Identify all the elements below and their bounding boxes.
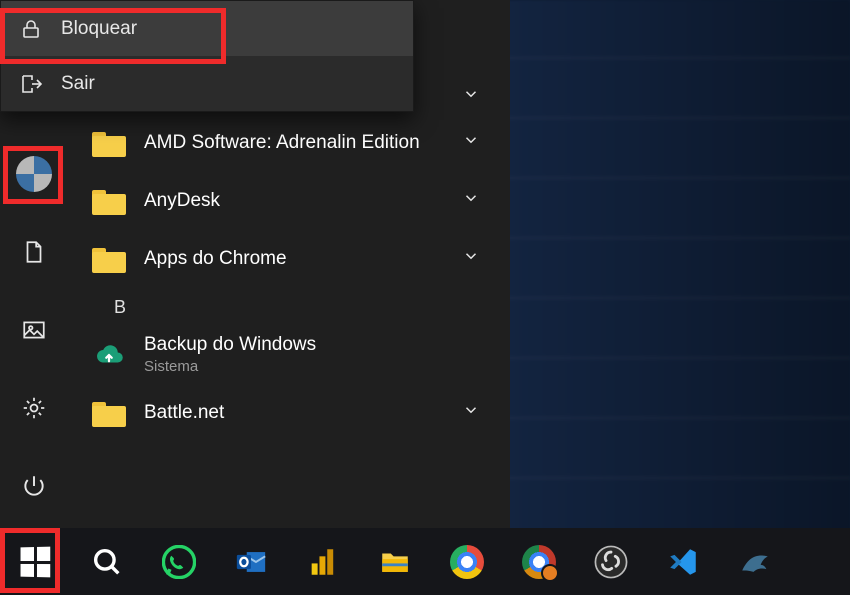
taskbar-search[interactable] bbox=[76, 533, 138, 591]
chevron-down-icon bbox=[462, 401, 480, 425]
chevron-down-icon bbox=[462, 85, 480, 109]
taskbar-mysql-workbench[interactable] bbox=[724, 533, 786, 591]
app-item-amd[interactable]: AMD Software: Adrenalin Edition bbox=[68, 114, 510, 172]
cloud-upload-icon bbox=[92, 341, 126, 369]
chevron-down-icon bbox=[462, 131, 480, 155]
rail-pictures[interactable] bbox=[10, 306, 58, 354]
signout-icon bbox=[19, 72, 43, 96]
folder-icon bbox=[92, 245, 126, 273]
vscode-icon bbox=[666, 545, 700, 579]
app-label: Apps do Chrome bbox=[144, 248, 287, 270]
app-item-anydesk[interactable]: AnyDesk bbox=[68, 172, 510, 230]
taskbar bbox=[0, 528, 850, 595]
start-menu: Bloquear Sair AMD Software: Adrenalin Ed… bbox=[0, 0, 510, 528]
app-label: Backup do Windows bbox=[144, 334, 316, 356]
folder-icon bbox=[92, 187, 126, 215]
obs-icon bbox=[594, 545, 628, 579]
taskbar-file-explorer[interactable] bbox=[364, 533, 426, 591]
start-button[interactable] bbox=[4, 533, 66, 591]
whatsapp-icon bbox=[162, 545, 196, 579]
file-explorer-icon bbox=[378, 545, 412, 579]
chevron-down-icon bbox=[462, 189, 480, 213]
app-item-chrome-apps[interactable]: Apps do Chrome bbox=[68, 230, 510, 288]
chevron-down-icon bbox=[462, 247, 480, 271]
app-label: AMD Software: Adrenalin Edition bbox=[144, 132, 420, 154]
app-label: AnyDesk bbox=[144, 190, 220, 212]
document-icon bbox=[21, 239, 47, 265]
section-letter-b[interactable]: B bbox=[68, 288, 510, 326]
lock-label: Bloquear bbox=[61, 18, 137, 40]
taskbar-whatsapp[interactable] bbox=[148, 533, 210, 591]
app-item-windows-backup[interactable]: Backup do Windows Sistema bbox=[68, 326, 510, 384]
search-icon bbox=[90, 545, 124, 579]
rail-user-account[interactable] bbox=[10, 150, 58, 198]
chrome-icon bbox=[450, 545, 484, 579]
pictures-icon bbox=[21, 317, 47, 343]
rail-power[interactable] bbox=[10, 462, 58, 510]
folder-icon bbox=[92, 129, 126, 157]
powerbi-icon bbox=[306, 545, 340, 579]
section-letter-label: B bbox=[114, 297, 126, 318]
taskbar-powerbi[interactable] bbox=[292, 533, 354, 591]
taskbar-outlook[interactable] bbox=[220, 533, 282, 591]
folder-icon bbox=[92, 399, 126, 427]
app-item-battlenet[interactable]: Battle.net bbox=[68, 384, 510, 442]
app-label: Battle.net bbox=[144, 402, 224, 424]
user-context-menu: Bloquear Sair bbox=[0, 0, 414, 112]
dolphin-icon bbox=[738, 545, 772, 579]
power-icon bbox=[21, 473, 47, 499]
outlook-icon bbox=[234, 545, 268, 579]
lock-menu-item[interactable]: Bloquear bbox=[1, 1, 413, 56]
avatar-icon bbox=[16, 156, 52, 192]
gear-icon bbox=[21, 395, 47, 421]
lock-icon bbox=[19, 17, 43, 41]
chrome-beta-icon bbox=[522, 545, 556, 579]
taskbar-chrome[interactable] bbox=[436, 533, 498, 591]
rail-settings[interactable] bbox=[10, 384, 58, 432]
start-menu-app-list: Bloquear Sair AMD Software: Adrenalin Ed… bbox=[68, 0, 510, 528]
taskbar-chrome-beta[interactable] bbox=[508, 533, 570, 591]
taskbar-vscode[interactable] bbox=[652, 533, 714, 591]
taskbar-obs[interactable] bbox=[580, 533, 642, 591]
windows-logo-icon bbox=[21, 546, 51, 577]
app-sublabel: Sistema bbox=[144, 358, 316, 375]
signout-menu-item[interactable]: Sair bbox=[1, 56, 413, 111]
signout-label: Sair bbox=[61, 73, 95, 95]
rail-documents[interactable] bbox=[10, 228, 58, 276]
